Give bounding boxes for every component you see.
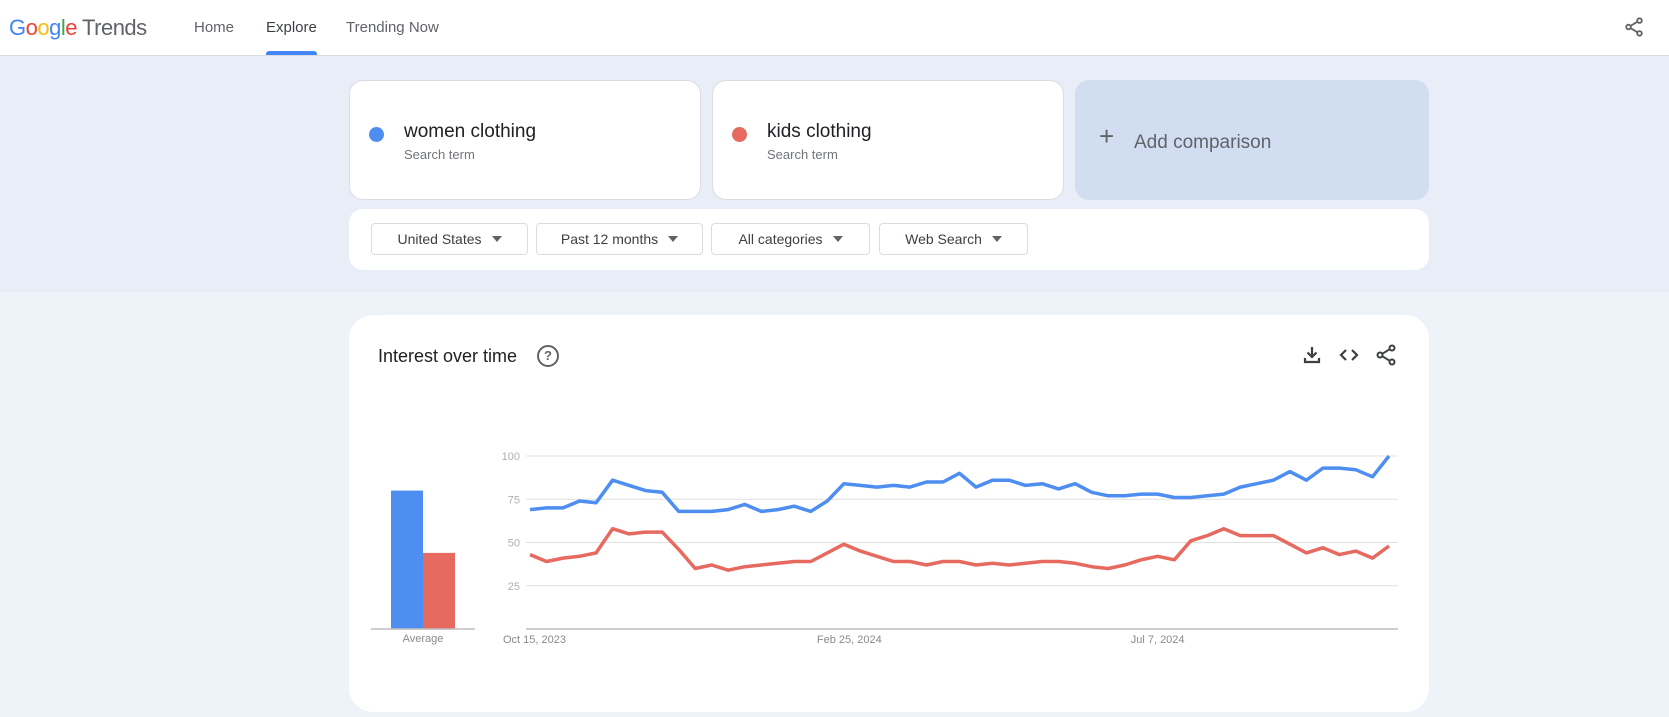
time-range-dropdown[interactable]: Past 12 months: [536, 223, 703, 255]
search-term-name: women clothing: [404, 121, 537, 142]
nav-label: Home: [194, 19, 235, 36]
logo-letter: o: [25, 15, 38, 40]
region-dropdown[interactable]: United States: [371, 223, 528, 255]
embed-icon[interactable]: [1337, 343, 1361, 367]
dropdown-label: Past 12 months: [560, 231, 659, 247]
google-trends-logo[interactable]: Google Trends: [9, 15, 147, 41]
download-icon[interactable]: [1300, 343, 1324, 367]
search-term-name: kids clothing: [767, 121, 872, 142]
category-dropdown[interactable]: All categories: [711, 223, 870, 255]
share-icon[interactable]: [1623, 16, 1645, 38]
dropdown-label: United States: [397, 231, 482, 247]
plus-icon: +: [1099, 121, 1115, 151]
search-term-type: Search term: [404, 147, 475, 162]
logo-product-name: Trends: [82, 15, 147, 40]
filter-bar: United States Past 12 months All categor…: [349, 209, 1429, 270]
caret-down-icon: [668, 236, 679, 242]
search-term-type: Search term: [767, 147, 838, 162]
active-tab-indicator: [266, 51, 317, 55]
share-icon[interactable]: [1374, 343, 1398, 367]
add-comparison-button[interactable]: + Add comparison: [1075, 80, 1429, 200]
search-term-card[interactable]: kids clothing Search term: [712, 80, 1064, 200]
search-term-card[interactable]: women clothing Search term: [349, 80, 701, 200]
logo-letter: g: [49, 15, 61, 40]
caret-down-icon: [491, 236, 502, 242]
dropdown-label: All categories: [738, 231, 823, 247]
series-color-dot: [732, 127, 747, 142]
nav-label: Trending Now: [346, 19, 439, 36]
caret-down-icon: [832, 236, 843, 242]
nav-home[interactable]: Home: [194, 0, 234, 55]
nav-explore[interactable]: Explore: [266, 0, 317, 55]
logo-letter: e: [65, 15, 78, 40]
help-icon[interactable]: ?: [537, 345, 559, 367]
add-comparison-label: Add comparison: [1134, 132, 1272, 153]
dropdown-label: Web Search: [905, 231, 982, 247]
interest-over-time-card: Interest over time ?: [349, 315, 1429, 712]
search-type-dropdown[interactable]: Web Search: [879, 223, 1028, 255]
top-bar: Google Trends Home Explore Trending Now: [0, 0, 1669, 56]
card-title: Interest over time: [378, 346, 518, 366]
caret-down-icon: [991, 236, 1002, 242]
nav-trending-now[interactable]: Trending Now: [346, 0, 439, 55]
logo-letter: G: [9, 15, 26, 40]
series-color-dot: [369, 127, 384, 142]
logo-letter: o: [37, 15, 50, 40]
nav-label: Explore: [266, 19, 317, 36]
